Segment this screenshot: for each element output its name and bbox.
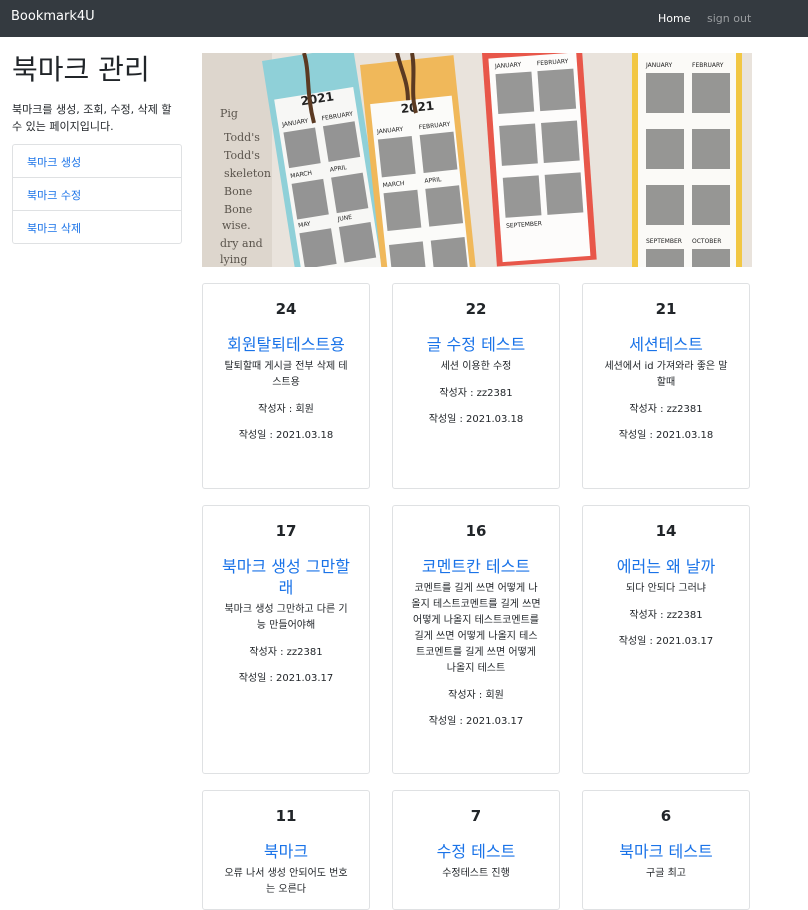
card-number: 6 (660, 807, 672, 825)
page-title: 북마크 관리 (12, 53, 150, 86)
sidebar-menu: 북마크 생성 북마크 수정 북마크 삭제 (12, 144, 182, 244)
month-label: FEBRUARY (692, 62, 724, 69)
card-description: 탈퇴할때 게시글 전부 삭제 테스트용 (224, 361, 348, 388)
bookmark-card[interactable]: 6 북마크 테스트 구글 최고 (582, 790, 750, 910)
card-number: 16 (465, 522, 487, 540)
card-number: 11 (275, 807, 297, 825)
bookmark-card[interactable]: 21 세션테스트 세션에서 id 가져와라 좋은 말 할때 작성자 : zz23… (582, 283, 750, 489)
card-description: 오류 나서 생성 안되어도 번호는 오른다 (224, 868, 348, 895)
card-date: 작성일 : 2021.03.18 (618, 430, 714, 441)
card-title-link[interactable]: 북마크 생성 그만할래 (217, 556, 355, 598)
bookmark-3: JANUARY FEBRUARY SEPTEMBER (482, 53, 597, 267)
month-label: JANUARY (645, 62, 673, 69)
book-word: Bone (224, 203, 252, 216)
card-author: 작성자 : 회원 (448, 690, 504, 701)
card-description: 구글 최고 (646, 868, 686, 879)
card-date: 작성일 : 2021.03.17 (618, 636, 714, 647)
card-title-link[interactable]: 북마크 테스트 (597, 841, 735, 862)
card-description: 코멘트를 길게 쓰면 어떻게 나올지 테스트코멘트를 길게 쓰면 어떻게 나올지… (411, 583, 541, 674)
bookmark-card[interactable]: 24 회원탈퇴테스트용 탈퇴할때 게시글 전부 삭제 테스트용 작성자 : 회원… (202, 283, 370, 489)
card-number: 7 (470, 807, 482, 825)
hero-image: Pig Todd's Todd's skeleton Bone Bone wis… (202, 53, 752, 267)
sidebar-item-delete[interactable]: 북마크 삭제 (13, 211, 181, 243)
nav-home-link[interactable]: Home (658, 12, 690, 25)
card-title-link[interactable]: 북마크 (217, 841, 355, 862)
top-navbar: Bookmark4U Home sign out (0, 0, 808, 37)
sidebar-item-label[interactable]: 북마크 삭제 (13, 211, 181, 245)
card-number: 14 (655, 522, 677, 540)
card-description: 되다 안되다 그러냐 (626, 583, 706, 594)
hero-illustration: Pig Todd's Todd's skeleton Bone Bone wis… (202, 53, 752, 267)
card-author: 작성자 : zz2381 (249, 647, 323, 658)
card-number: 17 (275, 522, 297, 540)
sidebar: 북마크 관리 북마크를 생성, 조회, 수정, 삭제 할 수 있는 페이지입니다… (12, 53, 182, 244)
card-description: 세션에서 id 가져와라 좋은 말 할때 (604, 361, 728, 388)
bookmark-card[interactable]: 22 글 수정 테스트 세션 이용한 수정 작성자 : zz2381 작성일 :… (392, 283, 560, 489)
sidebar-item-create[interactable]: 북마크 생성 (13, 145, 181, 178)
card-author: 작성자 : 회원 (258, 404, 314, 415)
card-number: 21 (655, 300, 677, 318)
card-title-link[interactable]: 글 수정 테스트 (407, 334, 545, 355)
bookmark-card[interactable]: 16 코멘트칸 테스트 코멘트를 길게 쓰면 어떻게 나올지 테스트코멘트를 길… (392, 505, 560, 774)
page-description: 북마크를 생성, 조회, 수정, 삭제 할 수 있는 페이지입니다. (12, 103, 172, 133)
card-title-link[interactable]: 수정 테스트 (407, 841, 545, 862)
book-word: lying (220, 253, 247, 266)
card-date: 작성일 : 2021.03.17 (238, 673, 334, 684)
card-date: 작성일 : 2021.03.18 (428, 414, 524, 425)
sidebar-item-edit[interactable]: 북마크 수정 (13, 178, 181, 211)
card-author: 작성자 : zz2381 (629, 610, 703, 621)
card-title-link[interactable]: 에러는 왜 날까 (597, 556, 735, 577)
bookmark-card[interactable]: 17 북마크 생성 그만할래 북마크 생성 그만하고 다른 기능 만들어야해 작… (202, 505, 370, 774)
book-word: skeleton (224, 167, 271, 180)
bookmark-card[interactable]: 7 수정 테스트 수정테스트 진행 (392, 790, 560, 910)
card-number: 24 (275, 300, 297, 318)
bookmark-4: JANUARY FEBRUARY SEPTEMBER OCTOBER (632, 53, 742, 267)
book-word: dry and (220, 237, 263, 250)
card-date: 작성일 : 2021.03.17 (428, 716, 524, 727)
sidebar-item-label[interactable]: 북마크 생성 (13, 145, 181, 179)
card-description: 세션 이용한 수정 (440, 361, 512, 372)
sidebar-item-label[interactable]: 북마크 수정 (13, 178, 181, 212)
card-number: 22 (465, 300, 487, 318)
card-author: 작성자 : zz2381 (629, 404, 703, 415)
card-date: 작성일 : 2021.03.18 (238, 430, 334, 441)
nav-signout-link[interactable]: sign out (707, 12, 751, 25)
brand-link[interactable]: Bookmark4U (11, 9, 95, 24)
book-word: Pig (220, 107, 238, 120)
card-title-link[interactable]: 회원탈퇴테스트용 (217, 334, 355, 355)
card-description: 북마크 생성 그만하고 다른 기능 만들어야해 (224, 604, 348, 631)
bookmark-card[interactable]: 11 북마크 오류 나서 생성 안되어도 번호는 오른다 (202, 790, 370, 910)
book-word: Todd's (224, 131, 260, 144)
book-word: wise. (222, 219, 251, 232)
month-label: SEPTEMBER (646, 238, 682, 245)
card-description: 수정테스트 진행 (442, 868, 510, 879)
card-title-link[interactable]: 세션테스트 (597, 334, 735, 355)
bookmark-card[interactable]: 14 에러는 왜 날까 되다 안되다 그러냐 작성자 : zz2381 작성일 … (582, 505, 750, 774)
book-word: Todd's (224, 149, 260, 162)
card-author: 작성자 : zz2381 (439, 388, 513, 399)
month-label: OCTOBER (692, 238, 721, 245)
card-title-link[interactable]: 코멘트칸 테스트 (407, 556, 545, 577)
book-word: Bone (224, 185, 252, 198)
